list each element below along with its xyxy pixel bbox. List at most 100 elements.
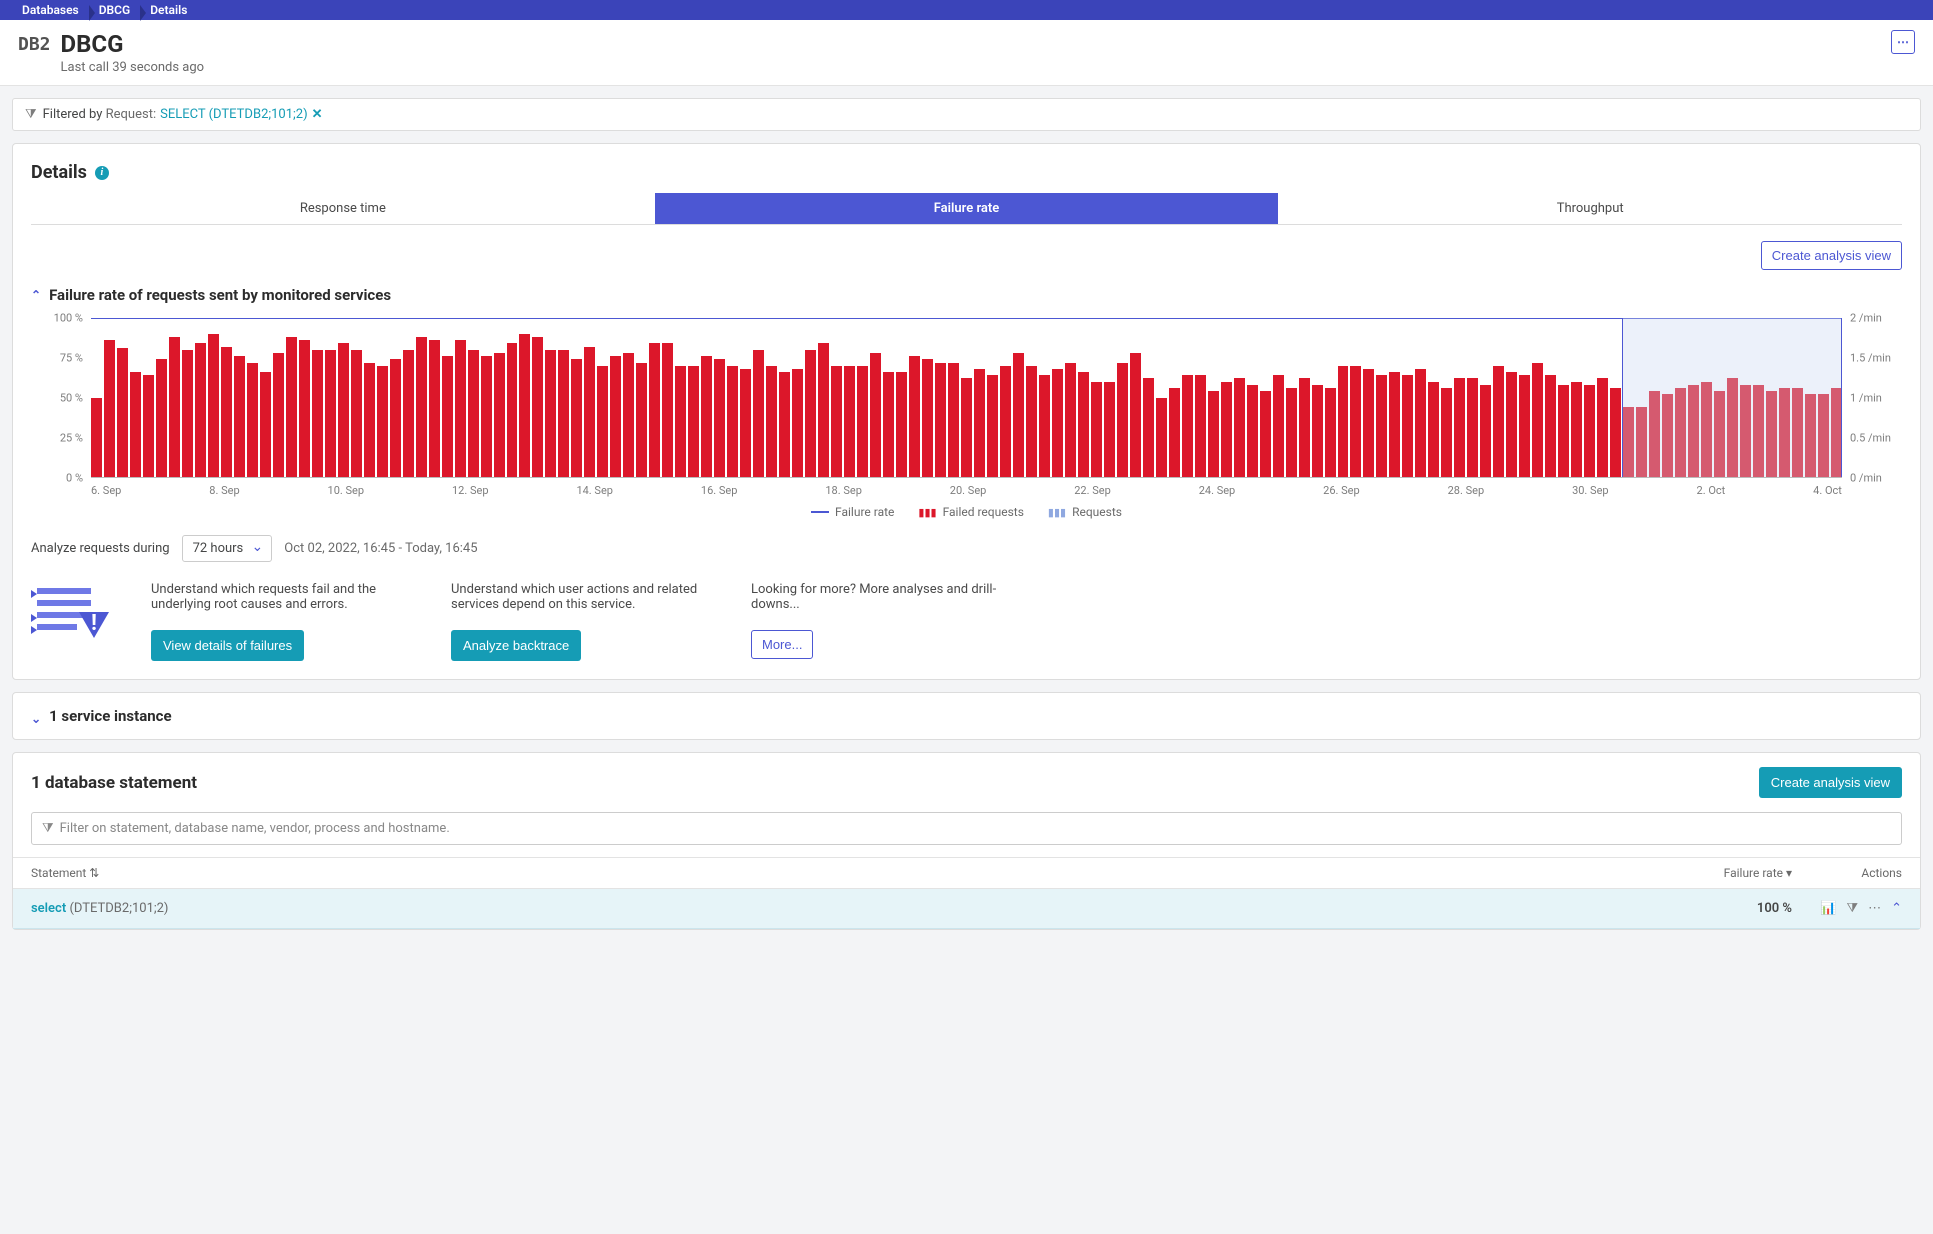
card-failures-text: Understand which requests fail and the u… — [151, 582, 411, 618]
page-title: DBCG — [61, 30, 205, 58]
chart-bar — [948, 363, 959, 477]
row-filter-icon[interactable]: ⧩ — [1846, 901, 1858, 916]
x-tick: 12. Sep — [452, 484, 489, 497]
chart-bar — [1065, 363, 1076, 477]
breadcrumb-databases[interactable]: Databases — [12, 3, 89, 17]
chart-bar — [1545, 375, 1556, 477]
chart-bar — [1701, 382, 1712, 477]
row-chevron-up-icon[interactable]: ⌃ — [1891, 901, 1902, 916]
chart-bar — [481, 356, 492, 477]
chart-bar — [1558, 385, 1569, 477]
filter-icon: ⧩ — [25, 107, 37, 122]
chart-bar — [1688, 385, 1699, 477]
chart-bar — [1571, 382, 1582, 477]
period-dropdown[interactable]: 72 hours — [182, 535, 273, 562]
chart-bar — [1078, 372, 1089, 477]
view-failures-button[interactable]: View details of failures — [151, 630, 304, 661]
chart-bar — [805, 350, 816, 477]
filter-label: Filtered by — [43, 107, 103, 122]
chart-bar — [519, 334, 530, 477]
chart-bar — [1779, 388, 1790, 477]
chart-bar — [597, 366, 608, 477]
chart-bar — [1169, 388, 1180, 477]
create-analysis-button-2[interactable]: Create analysis view — [1759, 767, 1902, 798]
row-more-icon[interactable]: ⋯ — [1868, 901, 1881, 916]
chart-bars — [91, 318, 1842, 478]
service-instance-toggle[interactable]: ⌃ 1 service instance — [31, 707, 1902, 725]
tab-response-time[interactable]: Response time — [31, 193, 655, 224]
legend-requests: ▮▮▮Requests — [1048, 505, 1122, 519]
legend-failure-rate: Failure rate — [811, 505, 894, 519]
statement-link[interactable]: select — [31, 901, 66, 916]
header-more-button[interactable]: ⋯ — [1891, 30, 1915, 54]
row-chart-icon[interactable]: 📊 — [1820, 901, 1836, 916]
chart-bar — [1428, 382, 1439, 477]
chart-bar — [558, 350, 569, 477]
chart-bar — [1221, 382, 1232, 477]
create-analysis-button[interactable]: Create analysis view — [1761, 241, 1902, 270]
filter-remove-icon[interactable]: ✕ — [312, 107, 323, 122]
chart-bar — [1338, 366, 1349, 477]
statement-filter-input[interactable]: ⧩ Filter on statement, database name, ve… — [31, 812, 1902, 845]
col-failure-rate[interactable]: Failure rate ▾ — [1672, 866, 1792, 880]
chart-bar — [1039, 375, 1050, 477]
breadcrumb-details[interactable]: Details — [140, 3, 197, 17]
chart-bar — [195, 343, 206, 477]
chart-bar — [1740, 385, 1751, 477]
filter-chip[interactable]: SELECT (DTETDB2;101;2)✕ — [160, 107, 322, 122]
chart-bar — [1052, 369, 1063, 477]
chart-bar — [312, 350, 323, 477]
chart-bar — [143, 375, 154, 477]
chart-bar — [130, 372, 141, 477]
chevron-up-icon: ⌃ — [31, 288, 41, 302]
tab-failure-rate[interactable]: Failure rate — [655, 193, 1279, 224]
more-button[interactable]: More... — [751, 630, 813, 659]
x-tick: 8. Sep — [209, 484, 239, 497]
x-tick: 20. Sep — [950, 484, 987, 497]
chart-bar — [299, 340, 310, 477]
chart-bar — [1260, 391, 1271, 477]
chart-bar — [1753, 385, 1764, 477]
chart-bar — [1000, 366, 1011, 477]
chart-bar — [727, 366, 738, 477]
chart-bar — [1597, 378, 1608, 477]
chart-bar — [1195, 375, 1206, 477]
analyze-backtrace-button[interactable]: Analyze backtrace — [451, 630, 581, 661]
chart-bar — [91, 398, 102, 478]
chart-bar — [1376, 375, 1387, 477]
chart-bar — [1312, 385, 1323, 477]
chart-bar — [883, 372, 894, 477]
tabs: Response time Failure rate Throughput — [31, 193, 1902, 225]
info-icon[interactable]: i — [95, 166, 109, 180]
tab-throughput[interactable]: Throughput — [1278, 193, 1902, 224]
chart-bar — [403, 350, 414, 477]
chart-bar — [1792, 388, 1803, 477]
filter-bar: ⧩ Filtered by Request: SELECT (DTETDB2;1… — [12, 98, 1921, 131]
legend-failed-requests: ▮▮▮Failed requests — [918, 505, 1024, 519]
analysis-icon: ! — [31, 582, 111, 638]
analysis-cards: ! Understand which requests fail and the… — [31, 582, 1902, 661]
breadcrumb-dbcg[interactable]: DBCG — [89, 3, 140, 17]
chart-bar — [701, 356, 712, 477]
chart-bar — [688, 366, 699, 477]
chart-bar — [662, 343, 673, 477]
chart-bar — [1286, 388, 1297, 477]
analyze-range: Oct 02, 2022, 16:45 - Today, 16:45 — [284, 541, 477, 556]
col-statement[interactable]: Statement ⇅ — [31, 866, 1672, 880]
chart-bar — [182, 350, 193, 477]
chart-bar — [1350, 366, 1361, 477]
chart-section-header[interactable]: ⌃ Failure rate of requests sent by monit… — [31, 286, 1902, 304]
chart-bar — [351, 350, 362, 477]
chart-bar — [1623, 407, 1634, 477]
chart-bar — [1143, 378, 1154, 477]
chart-bar — [1714, 391, 1725, 477]
table-row[interactable]: select (DTETDB2;101;2) 100 % 📊 ⧩ ⋯ ⌃ — [13, 889, 1920, 929]
statements-title: 1 database statement — [31, 773, 197, 793]
chart-bar — [974, 369, 985, 477]
chart-bar — [1325, 388, 1336, 477]
y-axis-left: 100 % 75 % 50 % 25 % 0 % — [31, 318, 89, 478]
chart-bar — [273, 353, 284, 477]
chart-bar — [286, 337, 297, 477]
chart-bar — [1415, 369, 1426, 477]
chart-bar — [870, 353, 881, 477]
